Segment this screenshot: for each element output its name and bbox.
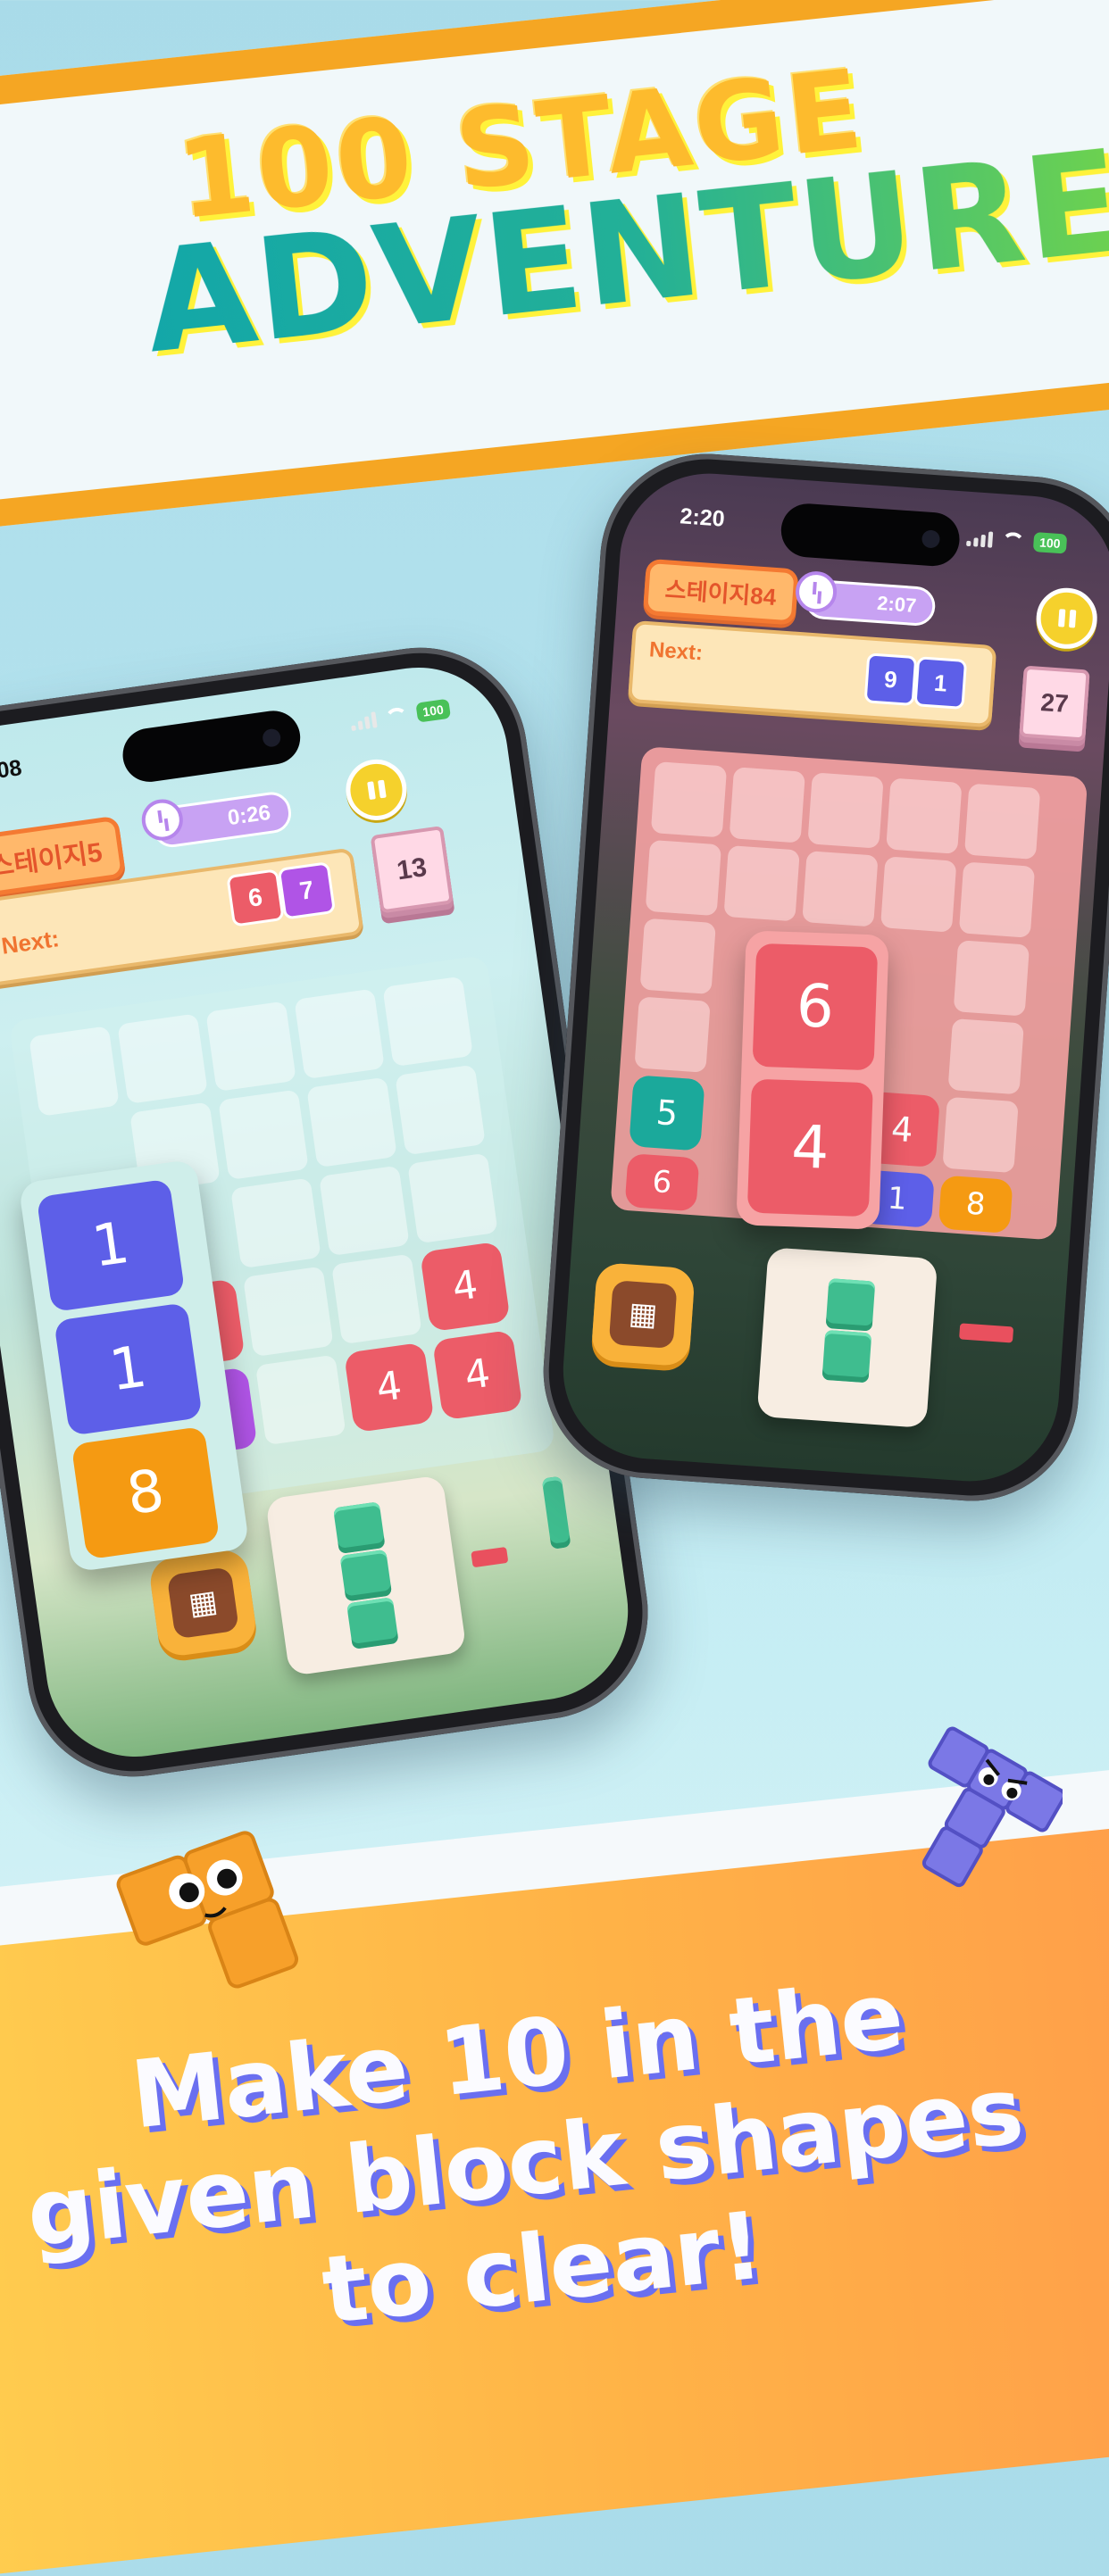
timer-value: 2:07 (876, 591, 918, 617)
next-bar: Next: 9 1 (627, 619, 997, 728)
piece-tile: 1 (36, 1178, 186, 1313)
stage-badge: 스테이지84 (642, 558, 799, 626)
status-icons: 100 (965, 528, 1068, 554)
status-icons: 100 (349, 698, 452, 732)
next-label: Next: (648, 637, 704, 666)
film-icon: ▦ (166, 1566, 239, 1640)
dynamic-island (779, 502, 962, 569)
battery-icon: 100 (1032, 531, 1068, 554)
board-tile: 8 (938, 1175, 1013, 1234)
clock-icon (794, 569, 838, 614)
clock-icon (138, 796, 186, 843)
board-tile: 6 (624, 1152, 700, 1212)
next-chip-2: 1 (913, 656, 968, 710)
tray-piece-red (471, 1546, 509, 1568)
tray-slot-1[interactable] (756, 1247, 938, 1428)
board-tile: 4 (343, 1342, 435, 1433)
piece-tile: 1 (54, 1302, 203, 1436)
next-chip-1: 9 (863, 652, 918, 707)
board-tile: 5 (629, 1075, 705, 1151)
next-chip-1: 6 (226, 868, 285, 927)
piece-tile: 6 (752, 943, 879, 1071)
remaining-deck: 13 (370, 825, 454, 914)
next-chip-2: 7 (277, 861, 337, 920)
tray-piece-green (541, 1475, 571, 1550)
timer-value: 0:26 (226, 800, 272, 831)
video-ad-button[interactable]: ▦ (590, 1261, 696, 1367)
tray-slot-1[interactable] (264, 1475, 467, 1677)
signal-icon (349, 710, 378, 732)
board-tile: 4 (431, 1329, 523, 1421)
wifi-icon (1001, 531, 1025, 549)
status-time: 2:20 (679, 503, 726, 532)
piece-tile: 4 (746, 1078, 873, 1217)
active-piece-right[interactable]: 6 4 (736, 930, 889, 1230)
timer: 2:07 (794, 569, 937, 627)
dynamic-island (119, 707, 304, 785)
film-icon: ▦ (608, 1280, 678, 1350)
signal-icon (965, 528, 993, 548)
pause-button[interactable] (1034, 586, 1099, 652)
status-time: 2:08 (0, 755, 24, 786)
battery-icon: 100 (415, 698, 452, 723)
timer: 0:26 (138, 789, 294, 850)
pause-button[interactable] (342, 755, 411, 825)
remaining-deck: 27 (1019, 665, 1090, 742)
next-label: Next: (0, 925, 62, 960)
piece-tile: 8 (71, 1425, 221, 1560)
board-tile: 4 (420, 1241, 511, 1333)
tray-piece-red (959, 1323, 1014, 1343)
video-ad-button[interactable]: ▦ (147, 1547, 259, 1658)
wifi-icon (384, 706, 409, 725)
